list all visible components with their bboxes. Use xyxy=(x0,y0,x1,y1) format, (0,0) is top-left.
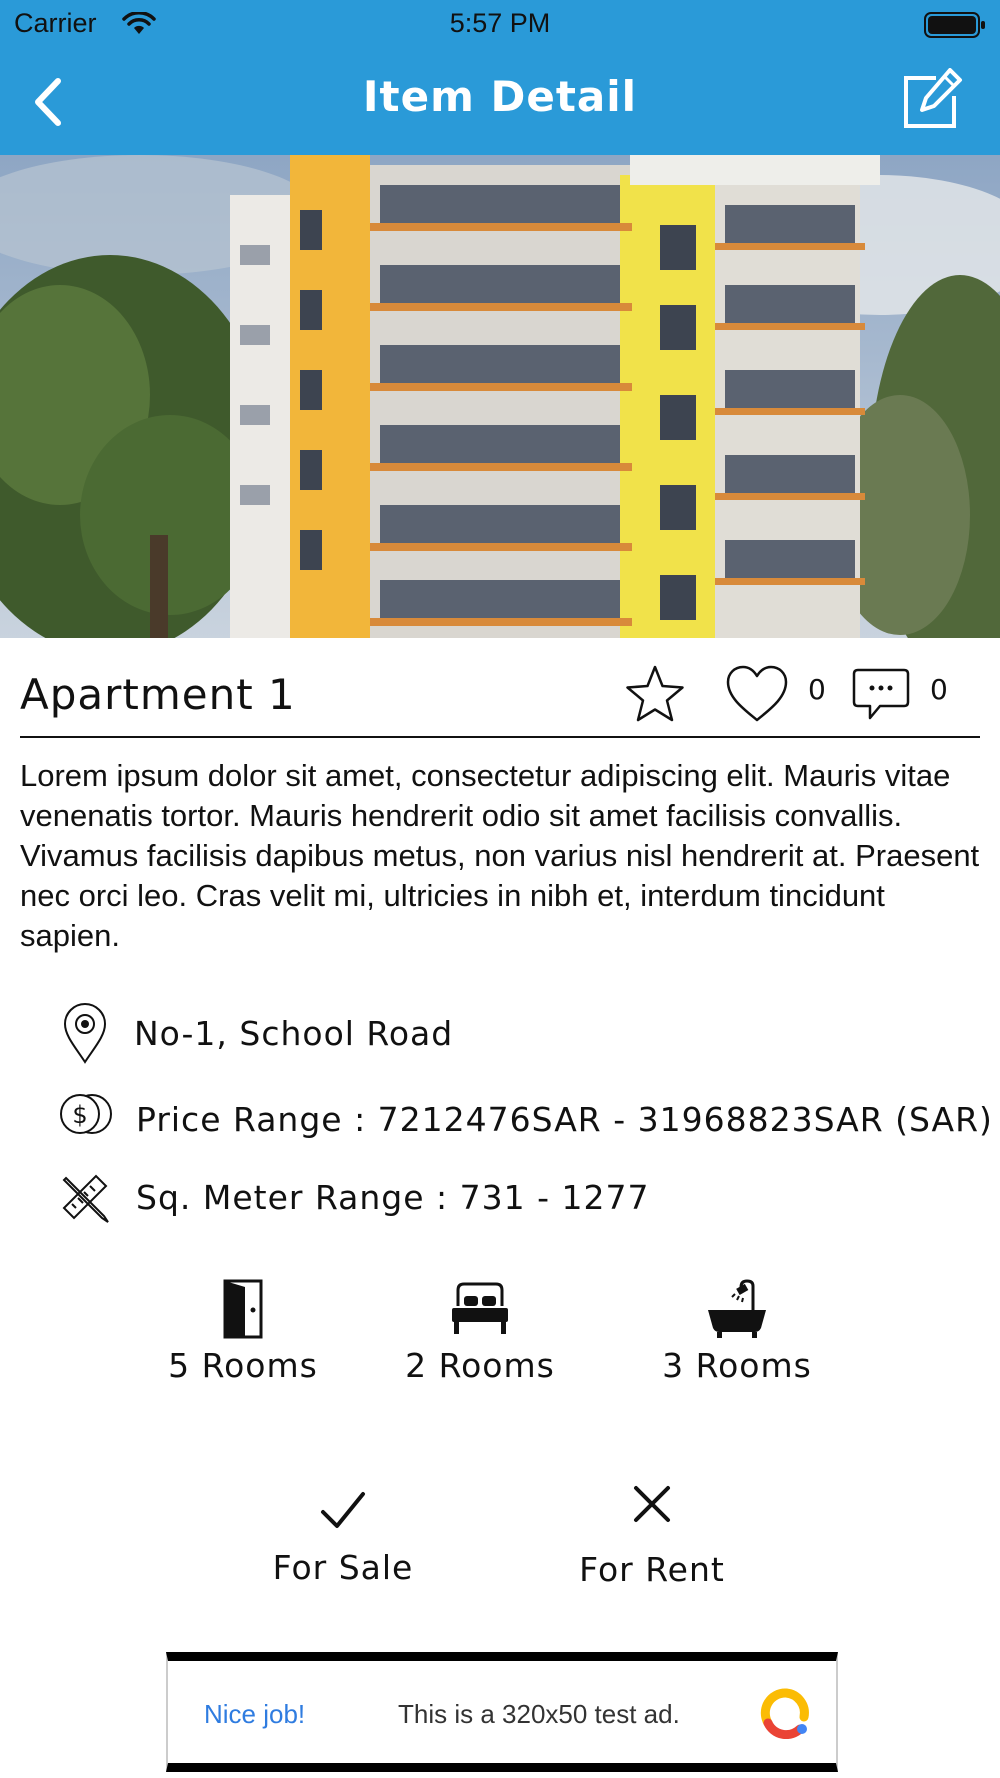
total-rooms: 5 Rooms xyxy=(143,1278,343,1385)
sqm-range-text: Sq. Meter Range : 731 - 1277 xyxy=(136,1178,650,1217)
ad-banner[interactable]: Nice job! This is a 320x50 test ad. xyxy=(166,1652,838,1772)
item-title: Apartment 1 xyxy=(20,670,296,719)
battery-icon xyxy=(924,12,985,38)
bathrooms: 3 Rooms xyxy=(637,1278,837,1385)
cross-icon xyxy=(634,1486,670,1522)
bathtub-icon xyxy=(708,1279,766,1338)
ad-network-logo-icon xyxy=(760,1688,809,1739)
nav-bar: Item Detail xyxy=(0,50,1000,155)
sqm-range-row: Sq. Meter Range : 731 - 1277 xyxy=(58,1170,978,1234)
price-range-text: Price Range : 7212476SAR - 31968823SAR (… xyxy=(136,1100,993,1139)
item-description: Lorem ipsum dolor sit amet, consectetur … xyxy=(20,758,980,953)
heart-icon[interactable] xyxy=(725,664,789,724)
bedrooms: 2 Rooms xyxy=(380,1278,580,1385)
ad-text[interactable]: This is a 320x50 test ad. xyxy=(398,1699,680,1730)
location-pin-icon xyxy=(63,1002,107,1064)
for-sale-label: For Sale xyxy=(272,1548,414,1587)
edit-icon[interactable] xyxy=(900,68,964,132)
page-title: Item Detail xyxy=(362,72,638,121)
coins-icon: $ xyxy=(60,1094,112,1134)
item-header: Apartment 1 0 0 xyxy=(20,638,980,738)
like-count: 0 xyxy=(808,673,826,706)
status-time: 5:57 PM xyxy=(449,8,551,38)
property-photo xyxy=(0,155,1000,638)
status-bar: Carrier 5:57 PM xyxy=(0,0,1000,50)
bedrooms-label: 2 Rooms xyxy=(405,1346,555,1385)
bathrooms-label: 3 Rooms xyxy=(662,1346,812,1385)
checkmark-icon xyxy=(321,1492,365,1528)
comment-icon[interactable] xyxy=(850,666,912,724)
price-range-row: $ Price Range : 7212476SAR - 31968823SAR… xyxy=(58,1092,992,1156)
comment-count: 0 xyxy=(930,673,948,706)
total-rooms-label: 5 Rooms xyxy=(168,1346,318,1385)
address-row: No-1, School Road xyxy=(58,1002,978,1066)
for-sale-indicator: For Sale xyxy=(233,1480,453,1587)
for-rent-indicator: For Rent xyxy=(542,1480,762,1589)
ruler-pencil-icon xyxy=(62,1174,109,1223)
bed-icon xyxy=(452,1282,508,1334)
svg-text:$: $ xyxy=(72,1101,87,1129)
for-rent-label: For Rent xyxy=(579,1550,725,1589)
address-text: No-1, School Road xyxy=(134,1014,454,1053)
door-icon xyxy=(223,1279,263,1339)
star-icon[interactable] xyxy=(624,664,686,726)
ad-headline[interactable]: Nice job! xyxy=(204,1699,305,1730)
